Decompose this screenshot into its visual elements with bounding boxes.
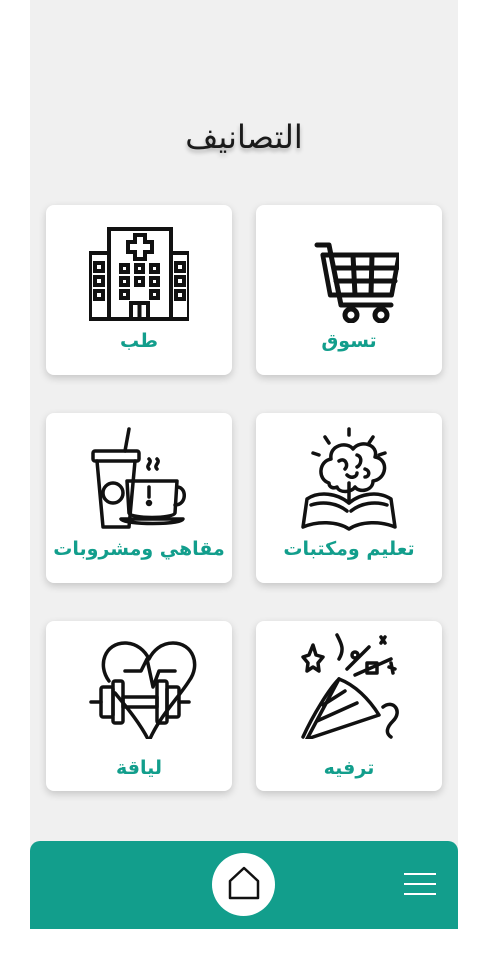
brain-book-icon xyxy=(301,427,397,531)
category-card-entertainment[interactable]: ترفيه xyxy=(256,621,442,791)
category-label: طب xyxy=(119,330,158,352)
hamburger-menu-icon xyxy=(404,893,436,895)
category-label: ترفيه xyxy=(323,757,375,779)
category-card-fitness[interactable]: لياقة xyxy=(46,621,232,791)
hospital-icon xyxy=(89,227,189,321)
category-label: تسوق xyxy=(321,330,377,352)
hamburger-menu-icon xyxy=(404,883,436,885)
menu-button[interactable] xyxy=(404,871,436,897)
category-label: مقاهي ومشروبات xyxy=(53,538,225,560)
category-label: لياقة xyxy=(116,757,162,779)
heart-dumbbell-icon xyxy=(89,641,197,739)
category-card-education[interactable]: تعليم ومكتبات xyxy=(256,413,442,583)
category-label: تعليم ومكتبات xyxy=(283,538,415,560)
app-screen: التصانيف تسوق طب تعليم ومكتبات مقاهي ومش… xyxy=(30,0,458,929)
page-title: التصانيف xyxy=(185,118,303,156)
category-card-cafes[interactable]: مقاهي ومشروبات xyxy=(46,413,232,583)
party-popper-icon xyxy=(301,633,399,739)
hamburger-menu-icon xyxy=(404,873,436,875)
home-button[interactable] xyxy=(212,853,275,916)
category-card-shopping[interactable]: تسوق xyxy=(256,205,442,375)
category-card-medicine[interactable]: طب xyxy=(46,205,232,375)
home-icon xyxy=(228,866,260,900)
bottom-nav xyxy=(30,841,458,929)
coffee-cup-icon xyxy=(91,427,186,529)
shopping-cart-icon xyxy=(314,242,399,323)
